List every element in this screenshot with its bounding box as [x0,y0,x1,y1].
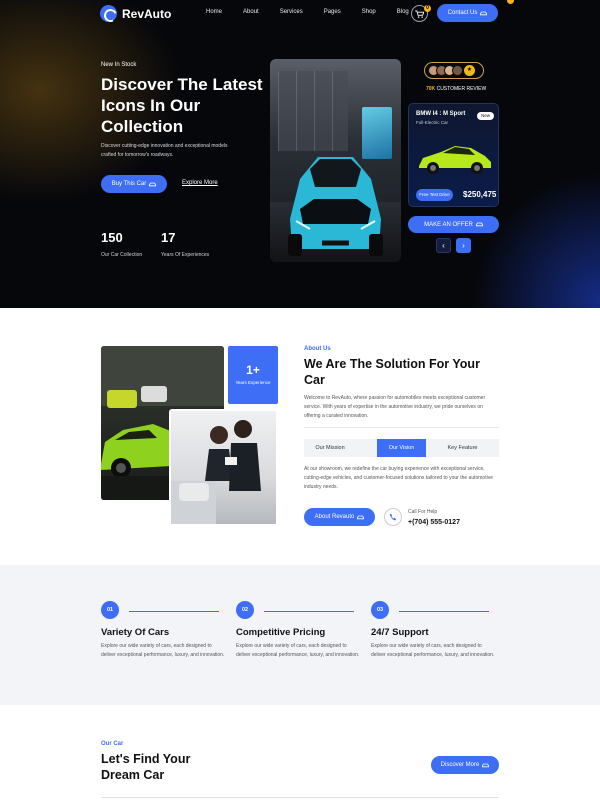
star-icon: ★ [464,65,475,76]
phone-button[interactable] [384,508,402,526]
hero-car-image [270,59,401,262]
chevron-left-icon: ‹ [442,241,445,250]
chevron-right-icon: › [462,241,465,250]
car-icon [480,11,488,15]
hero-description: Discover cutting-edge innovation and exc… [101,143,228,158]
nav-item-about[interactable]: About [243,9,259,15]
cart-count-badge: 0 [424,5,431,12]
feature-description: Explore our wide variety of cars, each d… [101,643,225,658]
customer-avatars: ★ [424,62,484,79]
feature-description: Explore our wide variety of cars, each d… [236,643,360,658]
phone-icon [389,513,397,521]
nav-item-pages[interactable]: Pages [324,9,341,15]
feature-description: Explore our wide variety of cars, each d… [371,643,495,658]
discover-more-button[interactable]: Discover More [431,756,499,774]
notification-dot [507,0,514,4]
tab-spacer [356,439,377,457]
make-offer-label: MAKE AN OFFER [424,221,473,228]
tab-our-vision[interactable]: Our Vision [377,439,426,457]
avatar [452,65,463,76]
prev-arrow-button[interactable]: ‹ [436,238,451,253]
people-illustration [171,420,261,524]
buy-this-car-button[interactable]: Buy This Car [101,175,167,193]
nav-item-services[interactable]: Services [280,9,303,15]
new-badge: New [477,112,494,120]
about-title: We Are The Solution For Your Car [304,357,480,387]
feature-line [399,611,489,612]
explore-more-link[interactable]: Explore More [182,180,218,186]
about-button-label: About Revauto [314,514,355,520]
hero-title: Discover The Latest Icons In Our Collect… [101,75,263,136]
review-count-value: 70K [426,86,436,92]
contact-us-label: Contact Us [447,10,478,16]
divider [304,427,499,428]
tab-key-feature[interactable]: Key Feature [426,439,499,457]
years-value: 1+ [246,363,260,377]
stat-value-collection: 150 [101,230,123,245]
feature-number: 02 [236,601,254,619]
feature-title: Variety Of Cars [101,627,170,638]
nav-item-shop[interactable]: Shop [362,9,376,15]
about-kicker: About Us [304,346,331,352]
featured-car-card[interactable]: BMW I4 : M Sport Full-Electric Car New F… [408,103,499,207]
lime-car-illustration [419,146,491,174]
find-car-title: Let's Find Your Dream Car [101,752,191,782]
feature-title: Competitive Pricing [236,627,326,638]
car-name: BMW I4 : M Sport [416,111,466,117]
car-icon [149,182,157,186]
tab-our-mission[interactable]: Our Mission [304,439,356,457]
next-arrow-button[interactable]: › [456,238,471,253]
car-price: $250,475 [463,190,497,199]
stat-label-experience: Years Of Experiences [161,252,210,258]
nav-item-home[interactable]: Home [206,9,222,15]
stat-label-collection: Our Car Collection [101,252,143,258]
tab-content: At our showroom, we redefine the car buy… [304,466,493,490]
logo-icon [100,5,117,22]
about-revauto-button[interactable]: About Revauto [304,508,375,526]
about-tabs: Our Mission Our Vision Key Feature [304,439,499,457]
car-subtitle: Full-Electric Car [416,120,449,125]
nav-item-blog[interactable]: Blog [397,9,409,15]
years-label: Years Experience [235,380,271,385]
discover-more-label: Discover More [440,762,480,768]
contact-us-button[interactable]: Contact Us [437,4,498,22]
feature-title: 24/7 Support [371,627,429,638]
stat-value-experience: 17 [161,230,176,245]
phone-number[interactable]: +(704) 555-0127 [408,519,460,526]
review-count: 70K CUSTOMER REVIEW [426,86,486,92]
buy-label: Buy This Car [111,181,147,187]
car-icon [475,222,483,227]
feature-number: 01 [101,601,119,619]
feature-number: 03 [371,601,389,619]
our-car-kicker: Our Car [101,741,124,747]
hero-kicker: New In Stock [101,62,137,68]
feature-line [264,611,354,612]
about-description: Welcome to RevAuto, where passion for au… [304,395,486,419]
years-experience-box: 1+ Years Experience [228,346,278,404]
review-count-label: CUSTOMER REVIEW [436,86,487,92]
feature-line [129,611,219,612]
divider [101,797,499,798]
sports-car-illustration [288,157,383,256]
brand-name: RevAuto [122,6,172,21]
main-nav: Home About Services Pages Shop Blog [206,9,430,15]
make-an-offer-button[interactable]: MAKE AN OFFER [408,216,499,233]
free-test-drive-button[interactable]: Free Test Drive [416,189,453,201]
hero-section: RevAuto Home About Services Pages Shop B… [0,0,600,308]
cart-icon [415,9,424,18]
call-for-help-label: Call For Help [408,509,438,515]
logo[interactable]: RevAuto [100,5,171,22]
dealer-meeting-image [169,409,278,526]
car-icon [357,515,365,519]
car-icon [482,763,490,767]
